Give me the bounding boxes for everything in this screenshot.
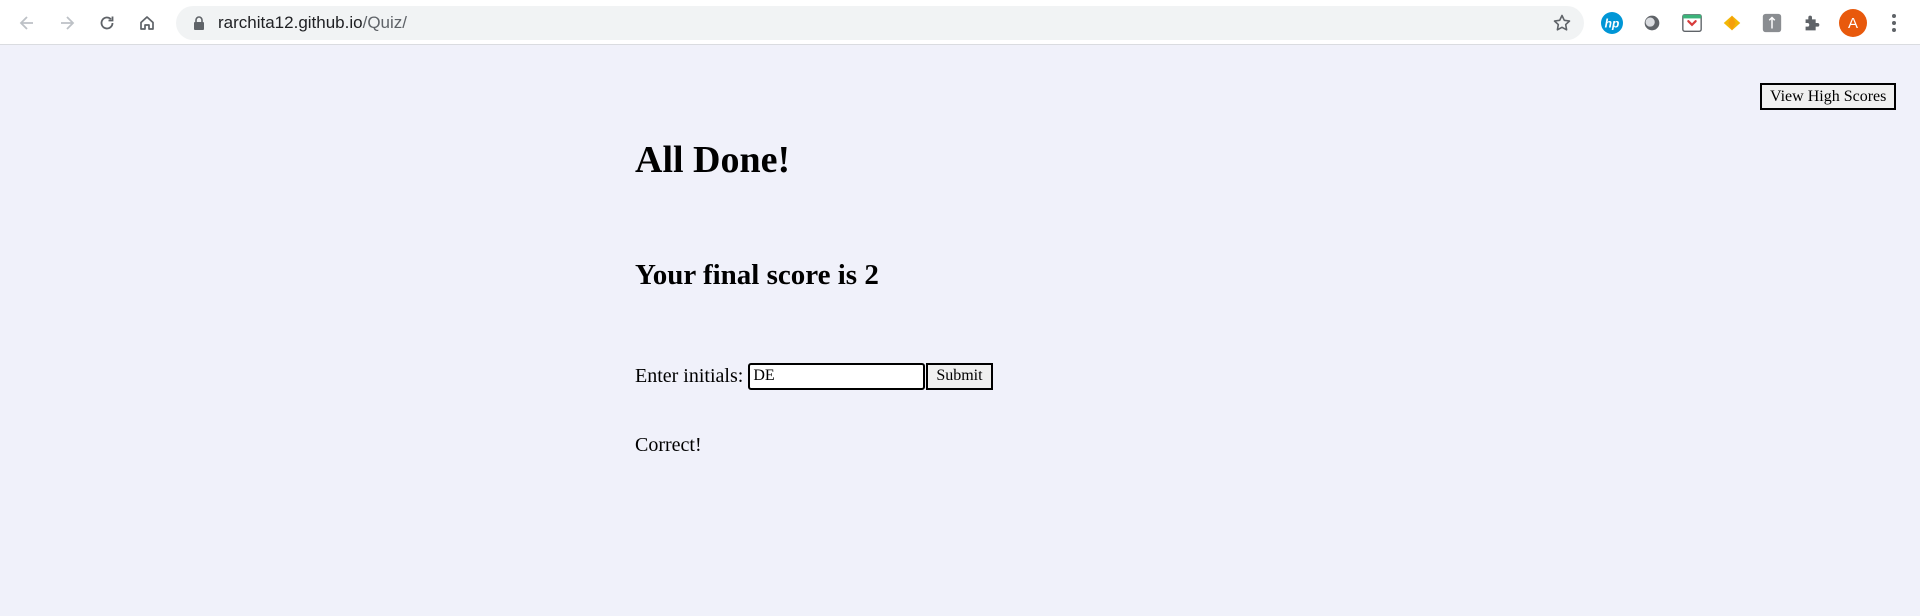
forward-button[interactable] xyxy=(51,7,83,39)
back-button[interactable] xyxy=(11,7,43,39)
bookmark-star-icon[interactable] xyxy=(1552,13,1572,33)
url-path: /Quiz/ xyxy=(362,13,407,32)
browser-toolbar: rarchita12.github.io/Quiz/ hp A xyxy=(0,0,1920,45)
final-score-label: Your final score is xyxy=(635,259,858,291)
submit-button[interactable]: Submit xyxy=(926,362,993,390)
view-high-scores-button[interactable]: View High Scores xyxy=(1760,83,1897,110)
initials-input[interactable] xyxy=(748,362,926,390)
diamond-extension-icon[interactable] xyxy=(1720,11,1744,35)
url-text: rarchita12.github.io/Quiz/ xyxy=(218,6,407,40)
url-host: rarchita12.github.io xyxy=(218,13,363,32)
reload-button[interactable] xyxy=(91,7,123,39)
initials-form: Enter initials: Submit xyxy=(635,362,993,390)
circle-extension-icon[interactable] xyxy=(1640,11,1664,35)
profile-avatar[interactable]: A xyxy=(1839,9,1867,37)
svg-text:hp: hp xyxy=(1605,17,1620,31)
back-arrow-icon xyxy=(19,16,33,30)
page-title: All Done! xyxy=(635,139,791,181)
final-score-value: 2 xyxy=(864,259,879,291)
final-score-heading: Your final score is 2 xyxy=(635,256,879,294)
initials-label: Enter initials: xyxy=(635,364,744,387)
lock-icon xyxy=(194,16,204,30)
reload-icon xyxy=(100,16,114,30)
hp-icon[interactable]: hp xyxy=(1600,11,1624,35)
kebab-menu-icon xyxy=(1892,14,1896,32)
pocket-extension-icon[interactable] xyxy=(1680,11,1704,35)
address-bar[interactable]: rarchita12.github.io/Quiz/ xyxy=(176,6,1584,40)
tile-extension-icon[interactable] xyxy=(1760,11,1784,35)
home-button[interactable] xyxy=(131,7,163,39)
answer-feedback: Correct! xyxy=(635,434,702,456)
browser-menu-button[interactable] xyxy=(1882,11,1906,35)
forward-arrow-icon xyxy=(61,16,75,30)
puzzle-icon[interactable] xyxy=(1800,11,1824,35)
home-icon xyxy=(140,16,154,30)
